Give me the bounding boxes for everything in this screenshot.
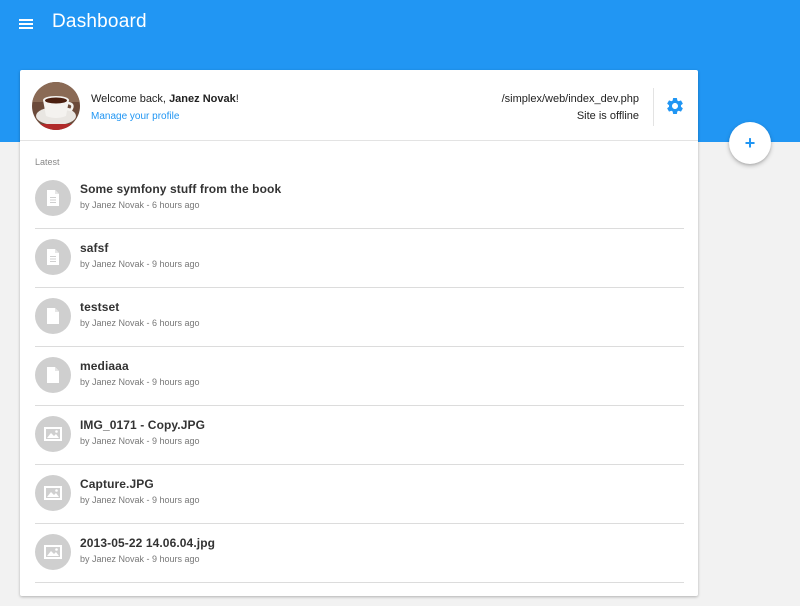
document-icon — [35, 239, 71, 275]
item-title: testset — [80, 300, 120, 314]
item-title: mediaaa — [80, 359, 129, 373]
image-icon — [35, 416, 71, 452]
dashboard-card: Welcome back, Janez Novak! Manage your p… — [20, 70, 698, 596]
welcome-suffix: ! — [235, 93, 239, 105]
manage-profile-link[interactable]: Manage your profile — [91, 111, 179, 122]
header-divider — [653, 88, 654, 126]
gear-icon[interactable] — [665, 96, 685, 116]
list-item[interactable]: IMG_0171 - Copy.JPG by Janez Novak - 9 h… — [35, 406, 684, 465]
site-status: Site is offline — [576, 110, 639, 122]
item-title: Some symfony stuff from the book — [80, 182, 282, 196]
list-item[interactable]: mediaaa by Janez Novak - 9 hours ago — [35, 347, 684, 406]
welcome-prefix: Welcome back, — [91, 93, 170, 105]
list-item[interactable]: Some symfony stuff from the book by Jane… — [35, 170, 684, 229]
welcome-message: Welcome back, Janez Novak! — [91, 93, 239, 105]
image-icon — [35, 475, 71, 511]
list-item[interactable]: Capture.JPG by Janez Novak - 9 hours ago — [35, 465, 684, 524]
hamburger-menu-icon[interactable] — [14, 14, 38, 34]
item-title: safsf — [80, 241, 109, 255]
page-icon — [35, 298, 71, 334]
plus-icon: + — [744, 132, 756, 153]
latest-list: Some symfony stuff from the book by Jane… — [35, 170, 684, 583]
item-meta: by Janez Novak - 9 hours ago — [80, 436, 200, 446]
item-meta: by Janez Novak - 9 hours ago — [80, 554, 200, 564]
item-meta: by Janez Novak - 9 hours ago — [80, 259, 200, 269]
latest-label: Latest — [35, 157, 60, 167]
item-meta: by Janez Novak - 9 hours ago — [80, 377, 200, 387]
list-item[interactable]: safsf by Janez Novak - 9 hours ago — [35, 229, 684, 288]
item-meta: by Janez Novak - 9 hours ago — [80, 495, 200, 505]
document-icon — [35, 180, 71, 216]
item-title: IMG_0171 - Copy.JPG — [80, 418, 206, 432]
list-item[interactable]: testset by Janez Novak - 6 hours ago — [35, 288, 684, 347]
add-button[interactable]: + — [729, 122, 771, 164]
item-meta: by Janez Novak - 6 hours ago — [80, 200, 200, 210]
user-name: Janez Novak — [169, 93, 236, 105]
page-title: Dashboard — [52, 11, 147, 32]
image-icon — [35, 534, 71, 570]
item-meta: by Janez Novak - 6 hours ago — [80, 318, 200, 328]
avatar[interactable] — [32, 82, 80, 130]
list-item[interactable]: 2013-05-22 14.06.04.jpg by Janez Novak -… — [35, 524, 684, 583]
profile-header: Welcome back, Janez Novak! Manage your p… — [20, 70, 698, 141]
site-path: /simplex/web/index_dev.php — [501, 93, 639, 105]
page-icon — [35, 357, 71, 393]
item-title: 2013-05-22 14.06.04.jpg — [80, 536, 216, 550]
item-title: Capture.JPG — [80, 477, 154, 491]
